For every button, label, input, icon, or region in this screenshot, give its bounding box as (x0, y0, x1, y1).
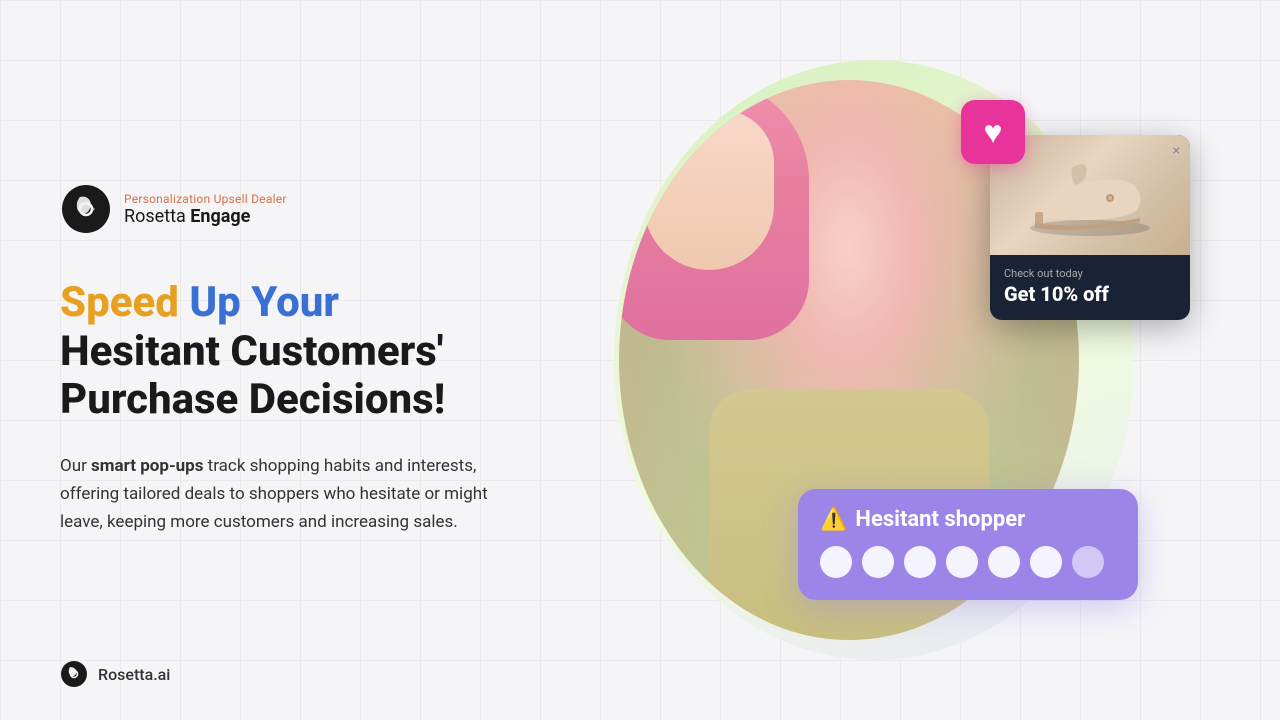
right-panel: ♥ × (580, 40, 1220, 680)
logo-area: Personalization Upsell Dealer Rosetta En… (60, 183, 540, 235)
dot-6 (1030, 546, 1062, 578)
popup-check-out-label: Check out today (1004, 267, 1176, 280)
description-text: Our smart pop-ups track shopping habits … (60, 452, 520, 536)
popup-close-button[interactable]: × (1173, 143, 1180, 159)
popup-content: Check out today Get 10% off (990, 255, 1190, 320)
hesitant-shopper-text: Hesitant shopper (855, 507, 1025, 532)
main-headline: Speed Up Your Hesitant Customers' Purcha… (60, 279, 540, 424)
dot-1 (820, 546, 852, 578)
logo-name: Rosetta Engage (124, 206, 287, 227)
heart-button[interactable]: ♥ (961, 100, 1025, 164)
rosetta-logo-icon (60, 183, 112, 235)
dot-3 (904, 546, 936, 578)
dot-5 (988, 546, 1020, 578)
dot-7 (1072, 546, 1104, 578)
headline-speed: Speed (60, 278, 179, 327)
left-panel: Personalization Upsell Dealer Rosetta En… (60, 183, 580, 536)
logo-text-block: Personalization Upsell Dealer Rosetta En… (124, 192, 287, 227)
headline-up-your: Up Your (189, 278, 339, 327)
logo-tagline: Personalization Upsell Dealer (124, 192, 287, 206)
face (644, 110, 774, 270)
hesitant-label-row: ⚠️ Hesitant shopper (820, 507, 1116, 532)
warning-icon: ⚠️ (820, 507, 847, 532)
dot-4 (946, 546, 978, 578)
popup-discount-value: Get 10% off (1004, 282, 1176, 306)
hesitant-shopper-card: ⚠️ Hesitant shopper (798, 489, 1138, 600)
shoe-icon (1020, 150, 1160, 240)
dot-2 (862, 546, 894, 578)
heart-icon: ♥ (984, 113, 1003, 151)
progress-dots (820, 546, 1116, 578)
page-wrapper: Personalization Upsell Dealer Rosetta En… (0, 0, 1280, 720)
discount-popup[interactable]: × Chec (990, 135, 1190, 320)
description-bold: smart pop-ups (91, 456, 203, 476)
